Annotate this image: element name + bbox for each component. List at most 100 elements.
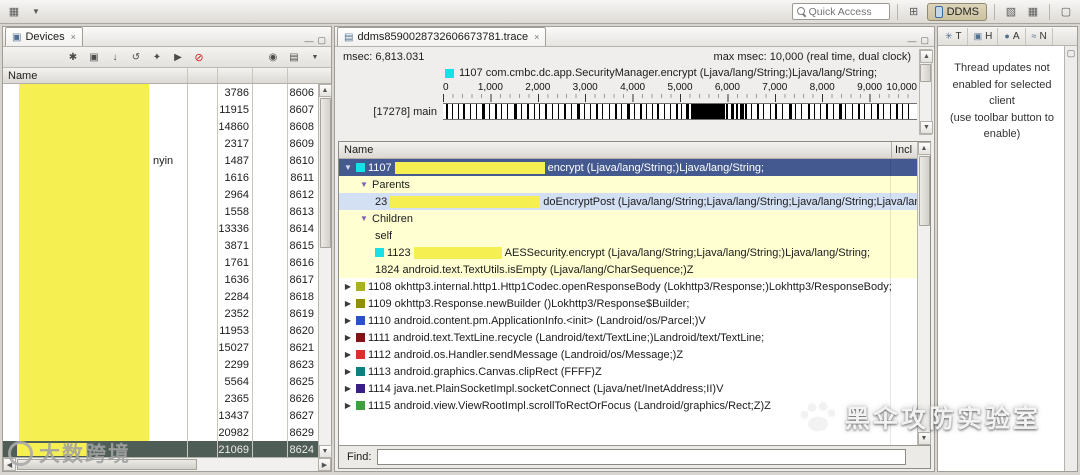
- method-table-row[interactable]: ▼ 1107 encrypt (Ljava/lang/String;)Ljava/l…: [339, 159, 930, 176]
- stop-process-icon[interactable]: ⊘: [191, 50, 207, 65]
- legend-method-label: 1107 com.cmbc.dc.app.SecurityManager.enc…: [459, 67, 878, 79]
- timeline-vscrollbar[interactable]: ▲ ▼: [919, 49, 933, 135]
- tree-expanded-icon[interactable]: ▼: [359, 180, 369, 189]
- trace-mark: [663, 104, 665, 119]
- axis-tick-label: 9,000: [857, 82, 883, 93]
- hscroll-thumb[interactable]: [17, 459, 197, 470]
- perspective-a-icon[interactable]: ▦: [5, 3, 23, 21]
- trace-mark: [756, 104, 759, 119]
- minimize-icon[interactable]: —: [907, 36, 916, 46]
- tree-collapsed-icon[interactable]: ▶: [343, 367, 353, 376]
- gc-icon[interactable]: ↺: [128, 50, 144, 65]
- restore-view-icon[interactable]: ▢: [1057, 3, 1075, 21]
- open-perspective-icon[interactable]: ⊞: [905, 3, 923, 21]
- tree-collapsed-icon[interactable]: ▶: [343, 316, 353, 325]
- method-table-row[interactable]: 1824 android.text.TextUtils.isEmpty (Ljav…: [339, 261, 930, 278]
- quick-access-box[interactable]: [791, 3, 890, 20]
- tab-network-view[interactable]: ≈ N: [1027, 27, 1053, 45]
- quick-access-input[interactable]: [808, 5, 881, 18]
- method-table-row[interactable]: 1123 AESSecurity.encrypt (Ljava/lang/Stri…: [339, 244, 930, 261]
- tab-threads-view[interactable]: ✳ T: [940, 27, 968, 45]
- tree-collapsed-icon[interactable]: ▶: [343, 350, 353, 359]
- ddms-perspective-button[interactable]: DDMS: [926, 2, 987, 21]
- method-table-row[interactable]: ▼ Parents: [339, 176, 930, 193]
- method-table-row[interactable]: ▶ 1109 okhttp3.Response.newBuilder ()Lokht…: [339, 295, 930, 312]
- scroll-up-icon[interactable]: ▲: [917, 142, 931, 155]
- name-column-header[interactable]: Name: [339, 142, 891, 158]
- trace-mark: [833, 104, 835, 119]
- trace-mark: [864, 104, 866, 119]
- close-icon[interactable]: ×: [534, 32, 539, 42]
- tab-allocation-view[interactable]: ● A: [999, 27, 1026, 45]
- tab-devices[interactable]: ▣ Devices ×: [5, 27, 83, 46]
- incl-column-header[interactable]: Incl: [891, 142, 917, 158]
- devices-window-buttons: — ▢: [299, 35, 331, 46]
- scroll-down-icon[interactable]: ▼: [917, 432, 931, 445]
- find-input[interactable]: [377, 449, 906, 465]
- update-threads-icon[interactable]: ✦: [149, 50, 165, 65]
- device-table-row[interactable]: 21069 8624: [3, 441, 331, 457]
- dump-hprof-icon[interactable]: ↓: [107, 50, 123, 65]
- scroll-left-icon[interactable]: ◀: [3, 458, 16, 471]
- thread-timeline-strip[interactable]: [443, 103, 917, 120]
- restore-view-icon[interactable]: ▢: [1067, 48, 1076, 59]
- trace-mark: [476, 104, 478, 119]
- method-table-row[interactable]: ▶ 1112 android.os.Handler.sendMessage (Lan…: [339, 346, 930, 363]
- method-table-vscrollbar[interactable]: ▲ ▼: [917, 142, 931, 445]
- tree-collapsed-icon[interactable]: ▶: [343, 282, 353, 291]
- method-table-row[interactable]: ▶ 1114 java.net.PlainSocketImpl.socketConn…: [339, 380, 930, 397]
- tree-collapsed-icon[interactable]: ▶: [343, 401, 353, 410]
- trace-mark: [681, 104, 683, 119]
- method-table-row[interactable]: 23 doEncryptPost (Ljava/lang/String;Ljava…: [339, 193, 930, 210]
- method-table-row[interactable]: ▶ 1108 okhttp3.internal.http1.Http1Codec.o…: [339, 278, 930, 295]
- vscroll-thumb[interactable]: [918, 156, 930, 226]
- minimize-icon[interactable]: —: [304, 36, 313, 46]
- tab-heap-view[interactable]: ▣ H: [969, 27, 999, 45]
- maximize-icon[interactable]: ▢: [317, 35, 326, 46]
- perspective-c-icon[interactable]: ▦: [1024, 3, 1042, 21]
- devices-vscrollbar[interactable]: ▲ ▼: [318, 84, 332, 458]
- method-table-row[interactable]: ▶ 1115 android.view.ViewRootImpl.scrollToR…: [339, 397, 930, 414]
- trace-mark: [651, 104, 653, 119]
- screen-capture-icon[interactable]: ◉: [265, 50, 281, 65]
- axis-tick-label: 8,000: [809, 82, 835, 93]
- toolbar-dropdown-icon[interactable]: ▼: [27, 3, 45, 21]
- update-heap-icon[interactable]: ▣: [86, 50, 102, 65]
- method-table-row[interactable]: ▶ 1111 android.text.TextLine.recycle (Land…: [339, 329, 930, 346]
- tree-collapsed-icon[interactable]: ▶: [343, 384, 353, 393]
- view-dropdown-icon[interactable]: ▼: [307, 50, 323, 65]
- trace-mark: [800, 104, 802, 119]
- vscroll-thumb[interactable]: [319, 98, 331, 248]
- scroll-down-icon[interactable]: ▼: [318, 445, 332, 458]
- debug-icon[interactable]: ✱: [65, 50, 81, 65]
- scroll-down-icon[interactable]: ▼: [920, 121, 933, 134]
- method-table-row[interactable]: ▼ Children: [339, 210, 930, 227]
- close-icon[interactable]: ×: [71, 32, 76, 42]
- trace-tab-label: ddms8590028732606673781.trace: [357, 31, 529, 43]
- vscroll-thumb[interactable]: [920, 64, 931, 82]
- trace-mark: [552, 104, 554, 119]
- maximize-icon[interactable]: ▢: [920, 35, 929, 46]
- heap-view-icon: ▣: [973, 30, 983, 41]
- method-table-row[interactable]: ▶ 1110 android.content.pm.ApplicationInfo.…: [339, 312, 930, 329]
- trace-mark: [457, 104, 459, 119]
- trace-mark: [907, 104, 909, 119]
- scroll-up-icon[interactable]: ▲: [920, 50, 933, 63]
- method-color-swatch: [375, 248, 384, 257]
- perspective-b-icon[interactable]: ▧: [1002, 3, 1020, 21]
- view-menu-icon[interactable]: ▤: [286, 50, 302, 65]
- name-column-header[interactable]: Name: [3, 68, 188, 83]
- trace-mark: [463, 104, 466, 119]
- start-profiling-icon[interactable]: ▶: [170, 50, 186, 65]
- tree-collapsed-icon[interactable]: ▶: [343, 299, 353, 308]
- tab-trace-file[interactable]: ▤ ddms8590028732606673781.trace ×: [337, 27, 547, 46]
- tree-expanded-icon[interactable]: ▼: [359, 214, 369, 223]
- method-table-row[interactable]: ▶ 1113 android.graphics.Canvas.clipRect (F…: [339, 363, 930, 380]
- devices-hscrollbar[interactable]: ◀ ▶: [3, 457, 331, 471]
- axis-tick-label: 4,000: [620, 82, 646, 93]
- scroll-up-icon[interactable]: ▲: [318, 84, 332, 97]
- tree-expanded-icon[interactable]: ▼: [343, 163, 353, 172]
- method-table-row[interactable]: self: [339, 227, 930, 244]
- tree-collapsed-icon[interactable]: ▶: [343, 333, 353, 342]
- scroll-right-icon[interactable]: ▶: [318, 458, 331, 471]
